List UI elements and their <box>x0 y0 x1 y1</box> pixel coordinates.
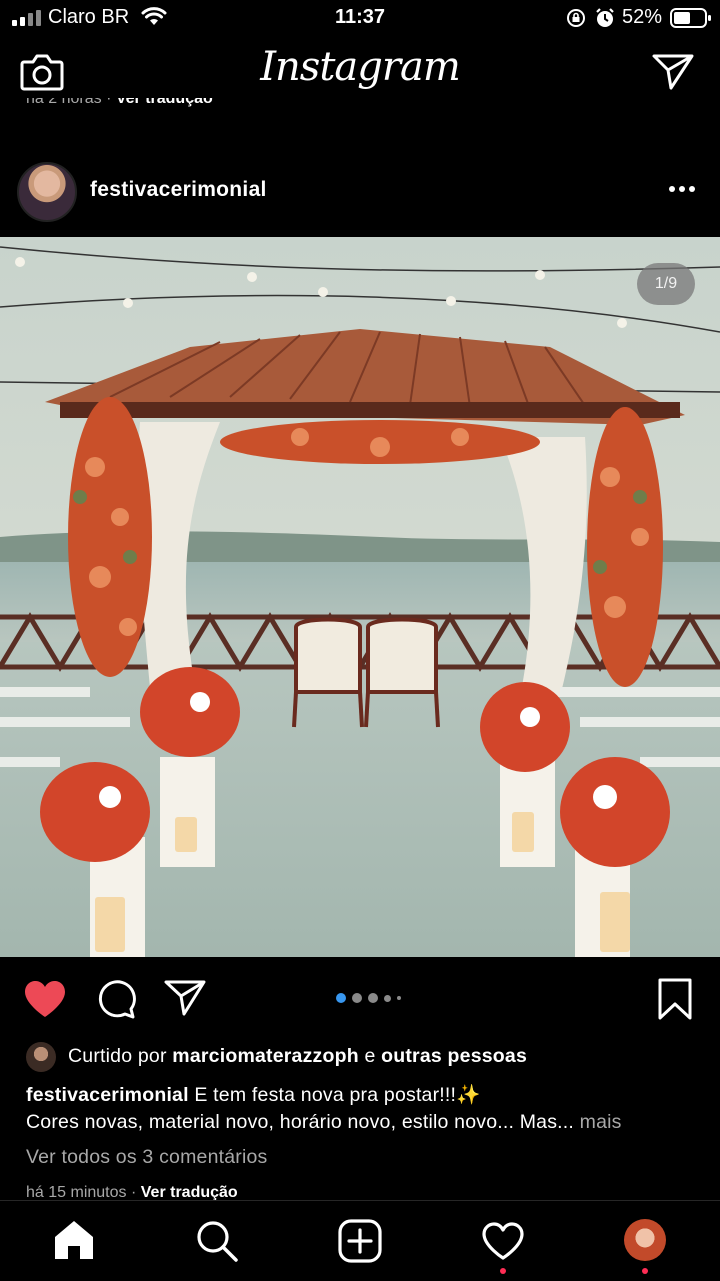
caption-more-link[interactable]: mais <box>580 1111 622 1133</box>
profile-avatar[interactable] <box>624 1219 666 1261</box>
comment-icon[interactable] <box>95 979 137 1019</box>
carousel-dot <box>397 996 401 1000</box>
save-bookmark-icon[interactable] <box>657 977 693 1021</box>
previous-post-time: há 2 horas <box>26 98 102 107</box>
new-post-icon[interactable] <box>338 1219 382 1263</box>
carousel-dot-active <box>336 993 346 1003</box>
share-icon[interactable] <box>163 979 207 1017</box>
post-author-avatar[interactable] <box>17 162 77 222</box>
caption-continued: Cores novas, material novo, horário novo… <box>26 1111 575 1133</box>
alarm-icon <box>596 8 614 27</box>
caption-line-2: Cores novas, material novo, horário novo… <box>26 1111 622 1134</box>
liker-avatar[interactable] <box>26 1042 56 1072</box>
profile-notification-dot <box>642 1268 648 1274</box>
liked-by-connector: e <box>364 1045 376 1067</box>
view-all-comments-link[interactable]: Ver todos os 3 comentários <box>26 1146 268 1169</box>
battery-percent: 52% <box>622 6 663 28</box>
more-options-icon[interactable] <box>668 184 696 194</box>
screen-lock-icon <box>567 9 585 27</box>
liked-by-user[interactable]: marciomaterazzoph <box>172 1045 359 1067</box>
battery-icon <box>670 8 711 28</box>
post-photo[interactable] <box>0 237 720 957</box>
photo-counter: 1/9 <box>637 263 695 305</box>
previous-post-meta: há 2 horas · Ver tradução <box>26 98 626 114</box>
liked-by-line: Curtido por marciomaterazzoph e outras p… <box>68 1045 527 1068</box>
search-icon[interactable] <box>195 1219 239 1263</box>
activity-notification-dot <box>500 1268 506 1274</box>
activity-icon[interactable] <box>481 1221 525 1261</box>
wedding-gazebo-image <box>0 237 720 957</box>
carousel-dot <box>368 993 378 1003</box>
like-heart-icon[interactable] <box>22 979 68 1019</box>
carousel-dot <box>384 994 391 1002</box>
caption-text: E tem festa nova pra postar!!!✨ <box>194 1084 481 1106</box>
carousel-dot <box>352 993 362 1003</box>
liked-by-others[interactable]: outras pessoas <box>381 1045 527 1067</box>
caption-line-1: festivacerimonial E tem festa nova pra p… <box>26 1083 481 1107</box>
bottom-tab-bar <box>0 1200 720 1281</box>
carousel-indicator <box>336 992 401 1004</box>
post-time: há 15 minutos <box>26 1184 127 1201</box>
direct-message-icon[interactable] <box>651 52 695 92</box>
instagram-logo[interactable]: Instagram <box>0 44 720 90</box>
post-translate-link[interactable]: Ver tradução <box>141 1184 238 1201</box>
post-author-username[interactable]: festivacerimonial <box>90 178 267 202</box>
previous-post-translate-link[interactable]: Ver tradução <box>116 98 213 107</box>
caption-username[interactable]: festivacerimonial <box>26 1084 189 1106</box>
liked-by-prefix: Curtido por <box>68 1045 167 1067</box>
status-bar: Claro BR 11:37 52% <box>0 0 720 36</box>
home-icon[interactable] <box>53 1219 95 1261</box>
